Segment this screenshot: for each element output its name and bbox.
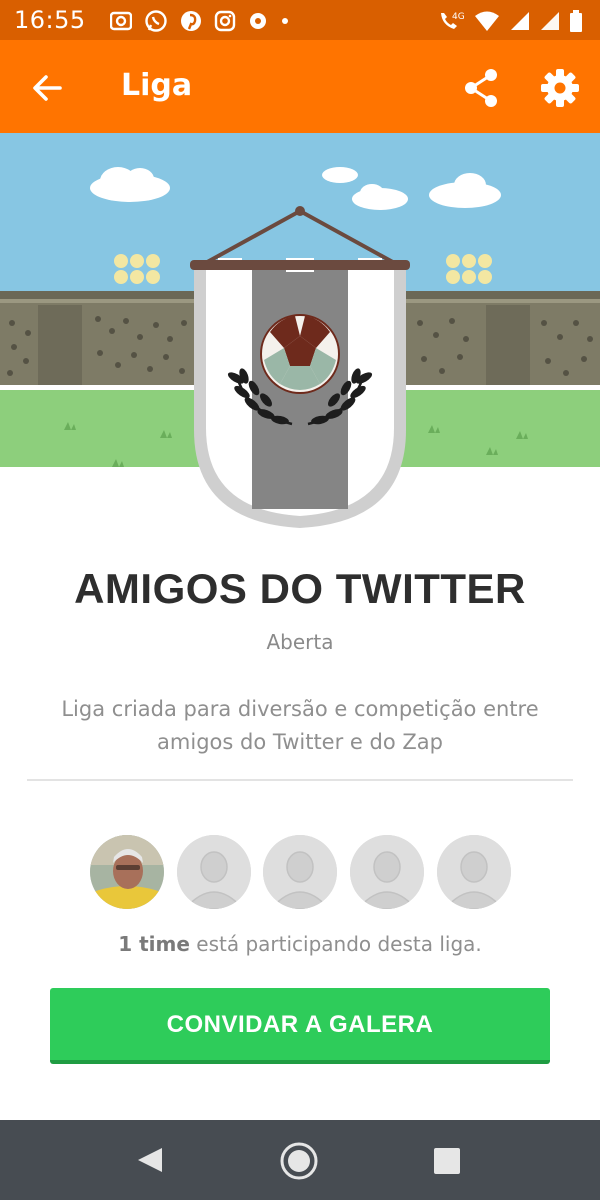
notification-icons bbox=[110, 8, 288, 34]
league-shield-icon bbox=[190, 206, 410, 528]
user-placeholder-icon bbox=[177, 835, 251, 909]
participant-placeholder-avatar[interactable] bbox=[177, 835, 251, 909]
photo-icon bbox=[110, 11, 132, 31]
system-icons: 4G bbox=[438, 8, 582, 34]
status-bar: 16:55 4G bbox=[0, 0, 600, 40]
arrow-left-icon[interactable] bbox=[26, 66, 70, 110]
user-placeholder-icon bbox=[350, 835, 424, 909]
nav-home-icon[interactable] bbox=[278, 1140, 320, 1182]
participant-placeholder-avatar[interactable] bbox=[437, 835, 511, 909]
svg-text:4G: 4G bbox=[452, 12, 464, 22]
pinterest-icon bbox=[181, 11, 201, 31]
nav-recent-icon[interactable] bbox=[432, 1146, 462, 1176]
league-status: Aberta bbox=[266, 630, 334, 654]
app-bar: Liga bbox=[0, 40, 600, 133]
football-icon bbox=[250, 13, 266, 29]
user-photo-icon bbox=[90, 835, 164, 909]
wifi-icon bbox=[475, 11, 499, 31]
signal-icon bbox=[541, 12, 559, 30]
invite-button[interactable]: CONVIDAR A GALERA bbox=[50, 988, 550, 1064]
participant-placeholder-avatar[interactable] bbox=[263, 835, 337, 909]
participants-count-text: 1 time está participando desta liga. bbox=[0, 932, 600, 956]
participants-suffix: está participando desta liga. bbox=[189, 932, 482, 956]
whatsapp-icon bbox=[145, 10, 167, 32]
participant-avatar[interactable] bbox=[90, 835, 164, 909]
call-wifi-icon: 4G bbox=[441, 12, 464, 29]
participant-placeholder-avatar[interactable] bbox=[350, 835, 424, 909]
share-icon[interactable] bbox=[460, 66, 504, 110]
instagram-icon bbox=[214, 10, 236, 32]
participants-count: 1 time bbox=[118, 932, 190, 956]
league-name: AMIGOS DO TWITTER bbox=[74, 565, 526, 612]
dot-icon bbox=[282, 18, 288, 24]
status-time: 16:55 bbox=[14, 6, 86, 34]
league-description: Liga criada para diversão e competição e… bbox=[61, 697, 539, 754]
user-placeholder-icon bbox=[263, 835, 337, 909]
divider bbox=[27, 779, 573, 781]
gear-icon[interactable] bbox=[538, 66, 582, 110]
battery-icon bbox=[570, 10, 582, 32]
page-title: Liga bbox=[121, 68, 193, 103]
user-placeholder-icon bbox=[437, 835, 511, 909]
signal-icon bbox=[511, 12, 529, 30]
nav-back-icon[interactable] bbox=[134, 1144, 166, 1176]
